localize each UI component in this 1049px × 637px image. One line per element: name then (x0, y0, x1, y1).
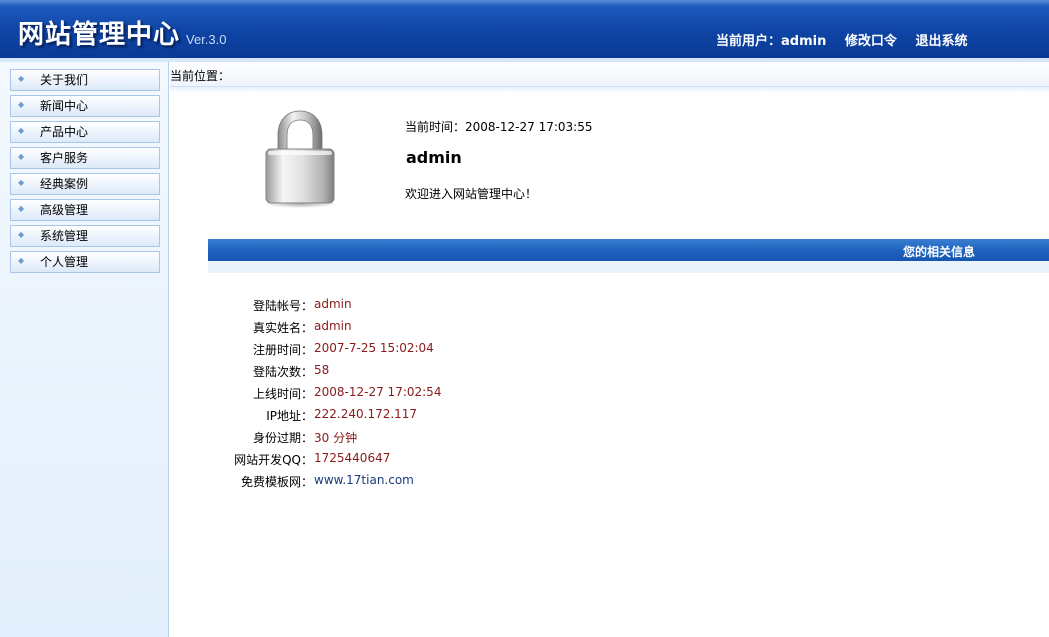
info-value: admin (314, 297, 352, 311)
lock-icon (262, 109, 338, 209)
admin-page: 网站管理中心 Ver.3.0 当前用户：admin 修改口令 退出系统 ◆ 关于… (0, 0, 1049, 637)
info-row-ip-address: IP地址： 222.240.172.117 (208, 407, 708, 425)
diamond-bullet-icon: ◆ (18, 100, 25, 109)
info-row-real-name: 真实姓名： admin (208, 319, 708, 337)
sidebar-item-label: 高级管理 (40, 203, 89, 217)
info-value: 58 (314, 363, 330, 377)
sidebar-item-products[interactable]: ◆ 产品中心 (10, 121, 160, 143)
current-time-label: 当前时间： (405, 120, 466, 134)
current-user-name: admin (781, 34, 827, 49)
info-value: 30 分钟 (314, 431, 358, 445)
info-key: 身份过期： (252, 431, 313, 445)
user-area: 当前用户：admin 修改口令 退出系统 (716, 30, 981, 49)
diamond-bullet-icon: ◆ (18, 74, 25, 83)
info-section-header: 您的相关信息 (208, 239, 1049, 261)
info-row-template-site: 免费模板网： www.17tian.com (208, 473, 708, 491)
sidebar-item-system[interactable]: ◆ 系统管理 (10, 225, 160, 247)
diamond-bullet-icon: ◆ (18, 230, 25, 239)
diamond-bullet-icon: ◆ (18, 152, 25, 161)
current-time: 当前时间：2008-12-27 17:03:55 (405, 118, 592, 135)
change-password-link[interactable]: 修改口令 (845, 34, 897, 49)
breadcrumb-label: 当前位置： (170, 69, 231, 83)
info-key: 注册时间： (252, 343, 313, 357)
sidebar-item-personal[interactable]: ◆ 个人管理 (10, 251, 160, 273)
current-user-text: 当前用户：admin (716, 34, 826, 49)
sidebar-item-label: 产品中心 (40, 125, 89, 139)
info-row-session-expiry: 身份过期： 30 分钟 (208, 429, 708, 447)
info-key: 免费模板网： (240, 475, 313, 489)
info-key: IP地址： (266, 409, 313, 423)
diamond-bullet-icon: ◆ (18, 178, 25, 187)
current-time-value: 2008-12-27 17:03:55 (465, 120, 593, 134)
sidebar-item-about-us[interactable]: ◆ 关于我们 (10, 69, 160, 91)
info-key: 登陆次数： (252, 365, 313, 379)
version-label: Ver.3.0 (186, 32, 227, 47)
sidebar-item-advanced[interactable]: ◆ 高级管理 (10, 199, 160, 221)
info-section-underbar (208, 261, 1049, 273)
current-user-label: 当前用户： (716, 34, 782, 49)
info-value: 2008-12-27 17:02:54 (314, 385, 442, 399)
info-value: 2007-7-25 15:02:04 (314, 341, 434, 355)
sidebar-item-customer-service[interactable]: ◆ 客户服务 (10, 147, 160, 169)
breadcrumb: 当前位置： (170, 62, 1049, 87)
info-key: 网站开发QQ： (234, 453, 313, 467)
sidebar-item-label: 系统管理 (40, 229, 89, 243)
sidebar-item-label: 经典案例 (40, 177, 89, 191)
info-row-register-time: 注册时间： 2007-7-25 15:02:04 (208, 341, 708, 359)
diamond-bullet-icon: ◆ (18, 256, 25, 265)
logout-link[interactable]: 退出系统 (915, 34, 967, 49)
sidebar-item-label: 关于我们 (40, 73, 89, 87)
info-value: 222.240.172.117 (314, 407, 418, 421)
sidebar-item-label: 个人管理 (40, 255, 89, 269)
welcome-message: 欢迎进入网站管理中心！ (405, 187, 538, 201)
info-row-developer-qq: 网站开发QQ： 1725440647 (208, 451, 708, 469)
sidebar-item-label: 客户服务 (40, 151, 89, 165)
diamond-bullet-icon: ◆ (18, 126, 25, 135)
sidebar-item-label: 新闻中心 (40, 99, 89, 113)
header-bar: 网站管理中心 Ver.3.0 当前用户：admin 修改口令 退出系统 (0, 0, 1049, 58)
welcome-username: admin (406, 148, 462, 167)
sidebar: ◆ 关于我们 ◆ 新闻中心 ◆ 产品中心 ◆ 客户服务 ◆ 经典案例 ◆ 高级管… (0, 62, 169, 637)
info-key: 上线时间： (252, 387, 313, 401)
sidebar-item-cases[interactable]: ◆ 经典案例 (10, 173, 160, 195)
site-title: 网站管理中心 (18, 20, 181, 50)
info-section-title: 您的相关信息 (902, 245, 975, 259)
breadcrumb-shadow (170, 87, 1049, 93)
info-row-online-time: 上线时间： 2008-12-27 17:02:54 (208, 385, 708, 403)
template-site-link[interactable]: www.17tian.com (314, 473, 414, 487)
info-key: 登陆帐号： (252, 299, 313, 313)
info-value: 1725440647 (314, 451, 391, 465)
info-key: 真实姓名： (252, 321, 313, 335)
sidebar-item-news[interactable]: ◆ 新闻中心 (10, 95, 160, 117)
info-value: admin (314, 319, 352, 333)
info-row-login-account: 登陆帐号： admin (208, 297, 708, 315)
diamond-bullet-icon: ◆ (18, 204, 25, 213)
info-row-login-count: 登陆次数： 58 (208, 363, 708, 381)
